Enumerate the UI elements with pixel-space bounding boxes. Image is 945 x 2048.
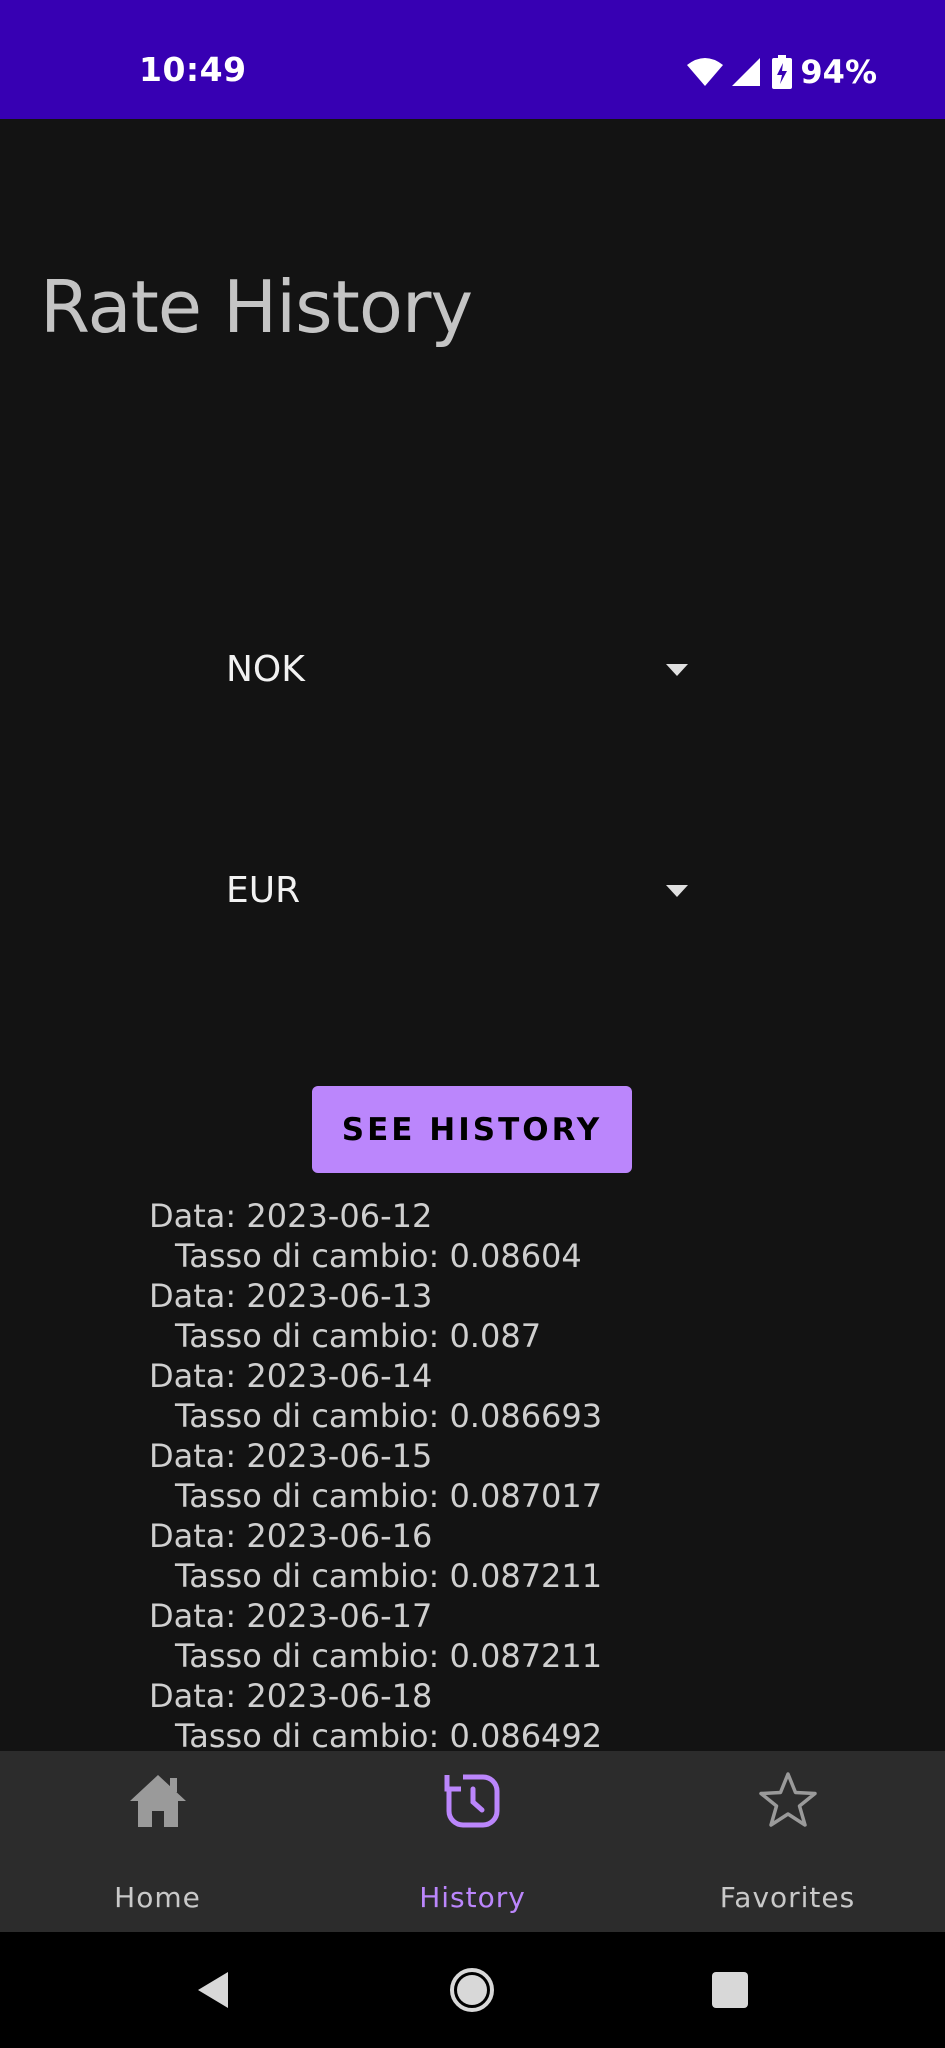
history-rate: Tasso di cambio: 0.08604 xyxy=(175,1237,582,1275)
status-icons: 94% xyxy=(686,52,877,92)
from-currency-dropdown[interactable]: NOK xyxy=(226,628,696,712)
history-rate: Tasso di cambio: 0.087017 xyxy=(175,1477,603,1515)
history-list[interactable]: Data: 2023-06-12 Tasso di cambio: 0.0860… xyxy=(149,1196,849,1750)
chevron-down-icon xyxy=(666,664,688,676)
list-item: Data: 2023-06-18 Tasso di cambio: 0.0864… xyxy=(149,1676,849,1750)
see-history-button[interactable]: SEE HISTORY xyxy=(312,1086,632,1173)
history-date: Data: 2023-06-13 xyxy=(149,1277,433,1315)
history-rate: Tasso di cambio: 0.087211 xyxy=(175,1637,603,1675)
history-rate: Tasso di cambio: 0.087211 xyxy=(175,1557,603,1595)
home-circle-icon[interactable] xyxy=(448,1966,496,2014)
history-date: Data: 2023-06-12 xyxy=(149,1197,433,1235)
battery-charging-icon xyxy=(772,55,793,89)
nav-label-favorites: Favorites xyxy=(719,1881,856,1914)
back-icon[interactable] xyxy=(190,1966,238,2014)
signal-icon xyxy=(732,58,761,86)
recents-icon[interactable] xyxy=(706,1966,754,2014)
history-date: Data: 2023-06-18 xyxy=(149,1677,433,1715)
star-icon xyxy=(758,1772,817,1827)
battery-percentage: 94% xyxy=(800,53,877,91)
list-item: Data: 2023-06-12 Tasso di cambio: 0.0860… xyxy=(149,1196,849,1276)
history-rate: Tasso di cambio: 0.086492 xyxy=(175,1717,603,1750)
bottom-navigation: Home History Favorites xyxy=(0,1751,945,1932)
history-date: Data: 2023-06-15 xyxy=(149,1437,433,1475)
from-currency-value: NOK xyxy=(226,649,305,690)
app-screen: 10:49 94% Rate History NOK EUR SEE HISTO… xyxy=(0,0,945,2048)
history-rate: Tasso di cambio: 0.086693 xyxy=(175,1397,603,1435)
history-rate: Tasso di cambio: 0.087 xyxy=(175,1317,542,1355)
home-icon xyxy=(129,1775,186,1827)
list-item: Data: 2023-06-13 Tasso di cambio: 0.087 xyxy=(149,1276,849,1356)
page-title: Rate History xyxy=(40,265,473,349)
to-currency-value: EUR xyxy=(226,870,301,911)
nav-label-home: Home xyxy=(114,1881,201,1914)
system-navigation-bar xyxy=(0,1932,945,2048)
status-bar: 10:49 94% xyxy=(0,0,945,119)
history-date: Data: 2023-06-14 xyxy=(149,1357,433,1395)
nav-label-history: History xyxy=(419,1881,526,1914)
list-item: Data: 2023-06-15 Tasso di cambio: 0.0870… xyxy=(149,1436,849,1516)
nav-item-favorites[interactable]: Favorites xyxy=(630,1751,945,1932)
to-currency-dropdown[interactable]: EUR xyxy=(226,849,696,933)
history-date: Data: 2023-06-16 xyxy=(149,1517,433,1555)
wifi-icon xyxy=(687,58,724,86)
history-icon xyxy=(442,1771,499,1828)
list-item: Data: 2023-06-17 Tasso di cambio: 0.0872… xyxy=(149,1596,849,1676)
list-item: Data: 2023-06-14 Tasso di cambio: 0.0866… xyxy=(149,1356,849,1436)
nav-item-history[interactable]: History xyxy=(315,1751,630,1932)
nav-item-home[interactable]: Home xyxy=(0,1751,315,1932)
list-item: Data: 2023-06-16 Tasso di cambio: 0.0872… xyxy=(149,1516,849,1596)
status-time: 10:49 xyxy=(139,50,247,89)
chevron-down-icon xyxy=(666,885,688,897)
history-date: Data: 2023-06-17 xyxy=(149,1597,433,1635)
